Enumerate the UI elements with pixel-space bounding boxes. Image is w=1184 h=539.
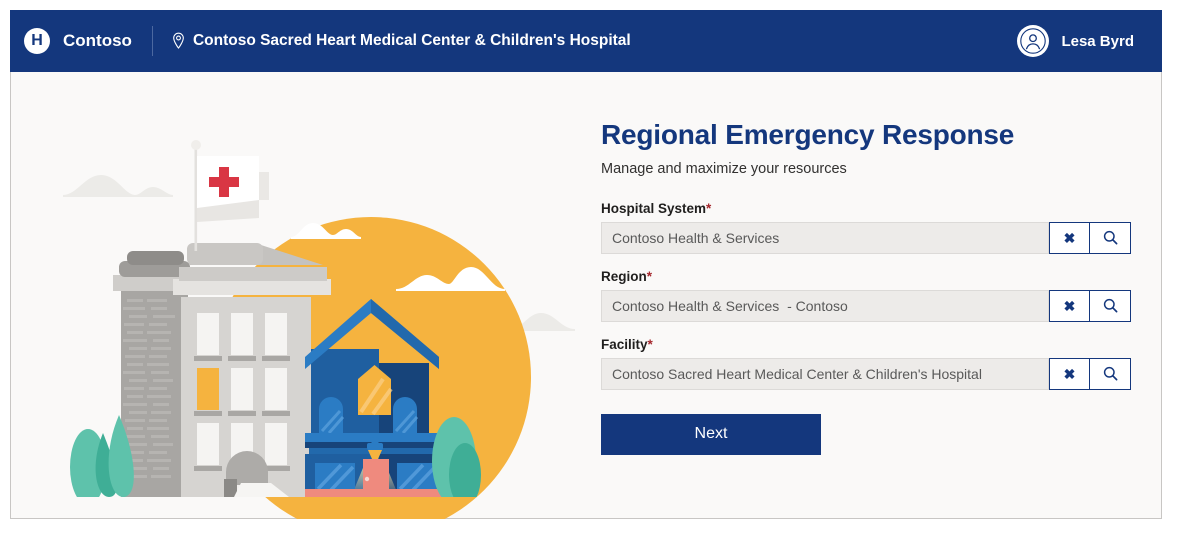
required-asterisk: *	[647, 336, 653, 352]
page-subtitle: Manage and maximize your resources	[601, 160, 847, 177]
hospital-system-input[interactable]	[601, 221, 1049, 254]
app-header: H Contoso Contoso Sacred Heart Medical C…	[10, 10, 1162, 72]
field-label-region: Region*	[601, 269, 1131, 284]
content-panel: Regional Emergency Response Manage and m…	[10, 72, 1162, 519]
field-group-hospital-system: Hospital System* ✖	[601, 201, 1131, 254]
facility-search-button[interactable]	[1090, 357, 1131, 390]
field-row-facility: ✖	[601, 357, 1131, 390]
clear-x-icon: ✖	[1063, 365, 1076, 382]
field-label-text: Facility	[601, 336, 648, 352]
field-label-hospital-system: Hospital System*	[601, 201, 1131, 216]
region-search-button[interactable]	[1090, 289, 1131, 322]
clear-x-icon: ✖	[1063, 297, 1076, 314]
brand-block[interactable]: H Contoso	[24, 28, 132, 54]
location-pin-icon	[173, 32, 184, 49]
facility-block: Contoso Sacred Heart Medical Center & Ch…	[171, 32, 631, 50]
hospital-h-logo-icon: H	[24, 28, 50, 54]
field-label-text: Hospital System	[601, 200, 707, 216]
user-name: Lesa Byrd	[1061, 32, 1134, 50]
facility-input[interactable]	[601, 357, 1049, 390]
field-label-facility: Facility*	[601, 337, 1131, 352]
logo-letter: H	[31, 32, 43, 49]
header-divider	[151, 26, 153, 56]
field-group-region: Region* ✖	[601, 269, 1131, 322]
region-input[interactable]	[601, 289, 1049, 322]
hospital-city-illustration	[61, 127, 581, 519]
field-label-text: Region	[601, 268, 647, 284]
user-menu[interactable]: Lesa Byrd	[1017, 25, 1134, 57]
field-row-hospital-system: ✖	[601, 221, 1131, 254]
field-group-facility: Facility* ✖	[601, 337, 1131, 390]
hospital-system-clear-button[interactable]: ✖	[1049, 221, 1090, 254]
header-facility-name: Contoso Sacred Heart Medical Center & Ch…	[192, 32, 631, 49]
page-title: Regional Emergency Response	[601, 119, 1015, 150]
red-cross-flag	[191, 140, 269, 251]
hospital-system-search-button[interactable]	[1090, 221, 1131, 254]
person-avatar-icon	[1017, 25, 1050, 57]
search-icon	[1103, 231, 1117, 245]
field-row-region: ✖	[601, 289, 1131, 322]
clear-x-icon: ✖	[1063, 229, 1076, 246]
brand-name: Contoso	[63, 31, 132, 50]
required-asterisk: *	[706, 200, 712, 216]
required-asterisk: *	[646, 268, 653, 284]
region-clear-button[interactable]: ✖	[1049, 289, 1090, 322]
search-icon	[1103, 367, 1117, 381]
search-icon	[1103, 299, 1117, 313]
facility-clear-button[interactable]: ✖	[1049, 357, 1090, 390]
facade-windows	[194, 313, 290, 471]
next-button[interactable]: Next	[601, 413, 821, 455]
signin-form: Regional Emergency Response Manage and m…	[601, 119, 1131, 455]
